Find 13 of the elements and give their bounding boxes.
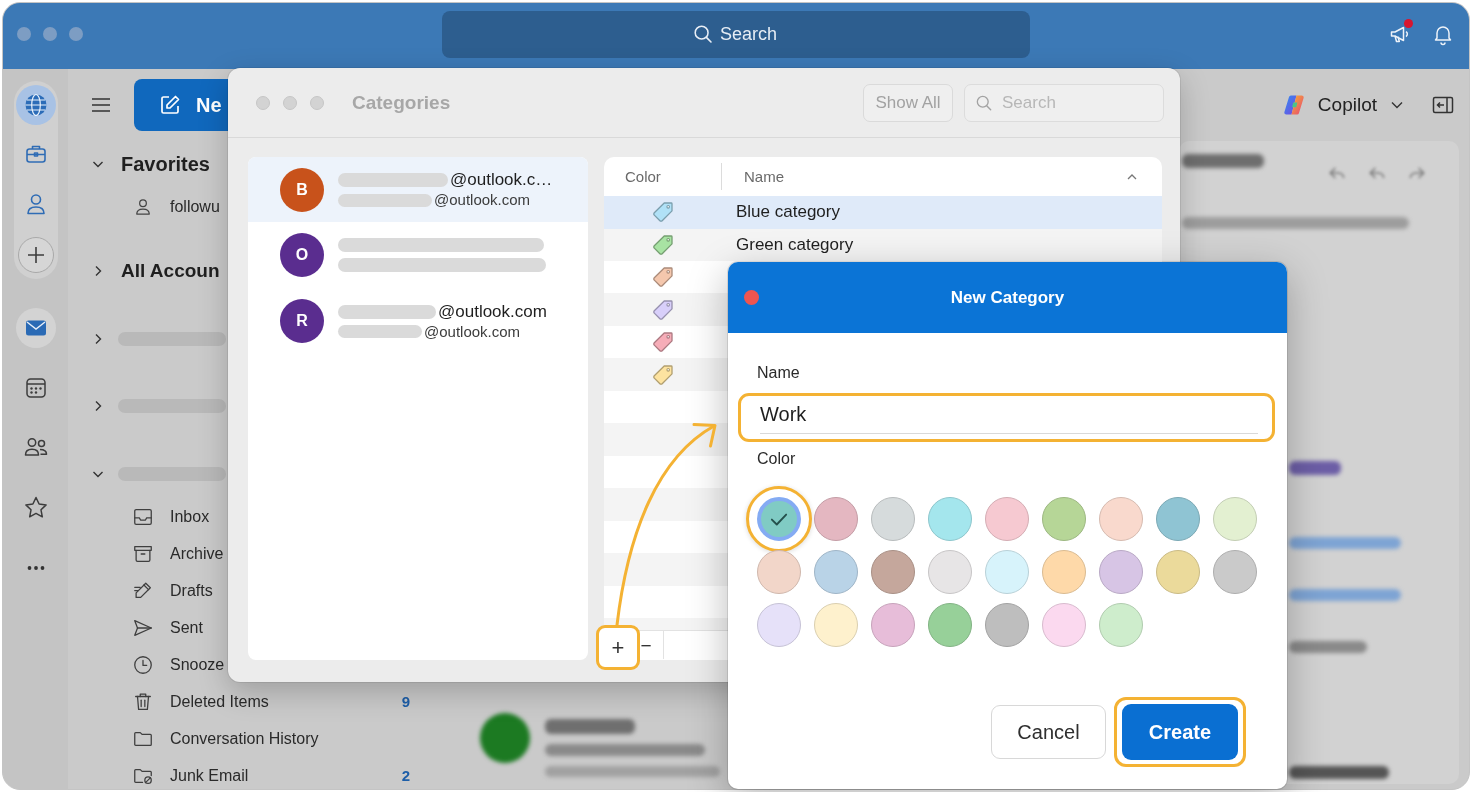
unread-count: 9 (401, 693, 410, 710)
window-title: Categories (352, 91, 451, 114)
email-address: @outlook.c… (450, 170, 553, 190)
email-address: @outlook.com (438, 301, 547, 322)
unread-count: 2 (401, 767, 410, 784)
email-address: @outlook.com (424, 322, 521, 341)
field-label: Name (757, 363, 800, 383)
dialog-title: New Category (950, 287, 1065, 308)
field-label: Color (757, 449, 796, 469)
account-avatar: B (280, 167, 324, 212)
email-address: @outlook.com (434, 191, 531, 209)
account-avatar: R (280, 299, 324, 343)
account-avatar: O (280, 233, 324, 277)
